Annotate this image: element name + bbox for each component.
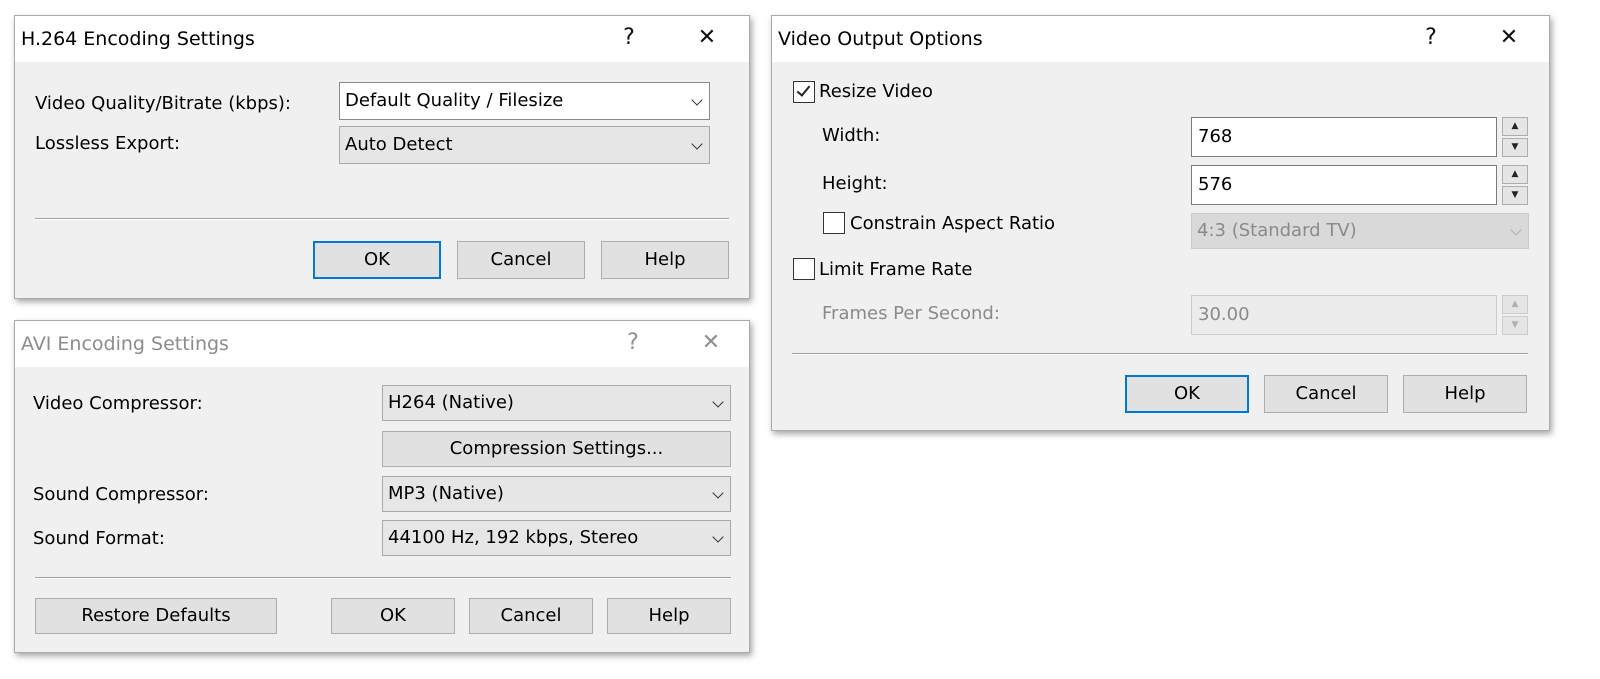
video-output-help-button[interactable]: Help [1403, 375, 1527, 413]
avi-cancel-button[interactable]: Cancel [469, 598, 593, 634]
height-input[interactable]: 576 [1191, 165, 1497, 205]
constrain-aspect-checkbox[interactable] [823, 212, 845, 234]
video-compressor-value: H264 (Native) [388, 392, 514, 413]
fps-label: Frames Per Second: [822, 303, 1000, 324]
resize-video-label[interactable]: Resize Video [819, 81, 933, 103]
h264-close-icon[interactable]: ✕ [685, 16, 729, 62]
limit-frame-rate-checkbox[interactable] [793, 258, 815, 280]
chevron-down-icon [712, 531, 724, 543]
width-input[interactable]: 768 [1191, 117, 1497, 157]
video-output-dialog-title: Video Output Options [778, 28, 983, 50]
compression-settings-button[interactable]: Compression Settings... [382, 431, 731, 467]
video-quality-select[interactable]: Default Quality / Filesize [339, 82, 710, 120]
sound-format-label: Sound Format: [33, 528, 165, 549]
h264-dialog-title: H.264 Encoding Settings [21, 28, 255, 50]
fps-value: 30.00 [1198, 304, 1250, 325]
constrain-aspect-label[interactable]: Constrain Aspect Ratio [850, 213, 1055, 235]
height-stepper[interactable]: ▲ ▼ [1502, 165, 1528, 205]
video-compressor-select[interactable]: H264 (Native) [382, 385, 731, 421]
spin-down-icon[interactable]: ▼ [1502, 316, 1528, 335]
video-output-ok-button[interactable]: OK [1125, 375, 1249, 413]
video-output-help-icon[interactable]: ? [1409, 16, 1453, 62]
height-label: Height: [822, 173, 888, 194]
avi-dialog: AVI Encoding Settings ? ✕ Video Compress… [14, 320, 750, 653]
avi-dialog-title: AVI Encoding Settings [21, 333, 229, 355]
chevron-down-icon [1510, 224, 1522, 236]
h264-help-icon[interactable]: ? [607, 16, 651, 62]
chevron-down-icon [691, 138, 703, 150]
lossless-export-label: Lossless Export: [35, 133, 181, 154]
spin-down-icon[interactable]: ▼ [1502, 138, 1528, 157]
spin-up-icon[interactable]: ▲ [1502, 117, 1528, 136]
chevron-down-icon [691, 94, 703, 106]
video-output-separator [792, 353, 1528, 355]
lossless-export-select[interactable]: Auto Detect [339, 126, 710, 164]
lossless-export-value: Auto Detect [345, 134, 453, 155]
spin-up-icon[interactable]: ▲ [1502, 295, 1528, 314]
sound-compressor-label: Sound Compressor: [33, 484, 209, 505]
h264-dialog: H.264 Encoding Settings ? ✕ Video Qualit… [14, 15, 750, 299]
sound-format-value: 44100 Hz, 192 kbps, Stereo [388, 527, 639, 548]
avi-help-icon[interactable]: ? [611, 321, 655, 367]
restore-defaults-button[interactable]: Restore Defaults [35, 598, 277, 634]
spin-up-icon[interactable]: ▲ [1502, 165, 1528, 184]
sound-format-select[interactable]: 44100 Hz, 192 kbps, Stereo [382, 520, 731, 556]
avi-ok-button[interactable]: OK [331, 598, 455, 634]
video-output-close-icon[interactable]: ✕ [1487, 16, 1531, 62]
width-value: 768 [1198, 126, 1233, 147]
avi-titlebar: AVI Encoding Settings ? ✕ [15, 321, 749, 367]
spin-down-icon[interactable]: ▼ [1502, 186, 1528, 205]
video-quality-label: Video Quality/Bitrate (kbps): [35, 93, 291, 114]
fps-input[interactable]: 30.00 [1191, 295, 1497, 335]
limit-frame-rate-label[interactable]: Limit Frame Rate [819, 259, 972, 281]
aspect-ratio-value: 4:3 (Standard TV) [1197, 220, 1357, 241]
aspect-ratio-select[interactable]: 4:3 (Standard TV) [1191, 213, 1529, 249]
h264-help-button[interactable]: Help [601, 241, 729, 279]
sound-compressor-select[interactable]: MP3 (Native) [382, 476, 731, 512]
sound-compressor-value: MP3 (Native) [388, 483, 504, 504]
h264-titlebar: H.264 Encoding Settings ? ✕ [15, 16, 749, 62]
width-stepper[interactable]: ▲ ▼ [1502, 117, 1528, 157]
resize-video-checkbox[interactable] [793, 81, 815, 103]
avi-help-button[interactable]: Help [607, 598, 731, 634]
video-output-dialog: Video Output Options ? ✕ Resize Video Wi… [771, 15, 1550, 431]
height-value: 576 [1198, 174, 1233, 195]
checkmark-icon [796, 82, 811, 97]
h264-ok-button[interactable]: OK [313, 241, 441, 279]
h264-separator [35, 218, 729, 220]
video-compressor-label: Video Compressor: [33, 393, 203, 414]
h264-cancel-button[interactable]: Cancel [457, 241, 585, 279]
avi-separator [35, 577, 731, 579]
chevron-down-icon [712, 396, 724, 408]
video-output-titlebar: Video Output Options ? ✕ [772, 16, 1549, 62]
video-output-cancel-button[interactable]: Cancel [1264, 375, 1388, 413]
fps-stepper[interactable]: ▲ ▼ [1502, 295, 1528, 335]
chevron-down-icon [712, 487, 724, 499]
video-quality-value: Default Quality / Filesize [345, 90, 564, 111]
avi-close-icon[interactable]: ✕ [689, 321, 733, 367]
width-label: Width: [822, 125, 881, 146]
